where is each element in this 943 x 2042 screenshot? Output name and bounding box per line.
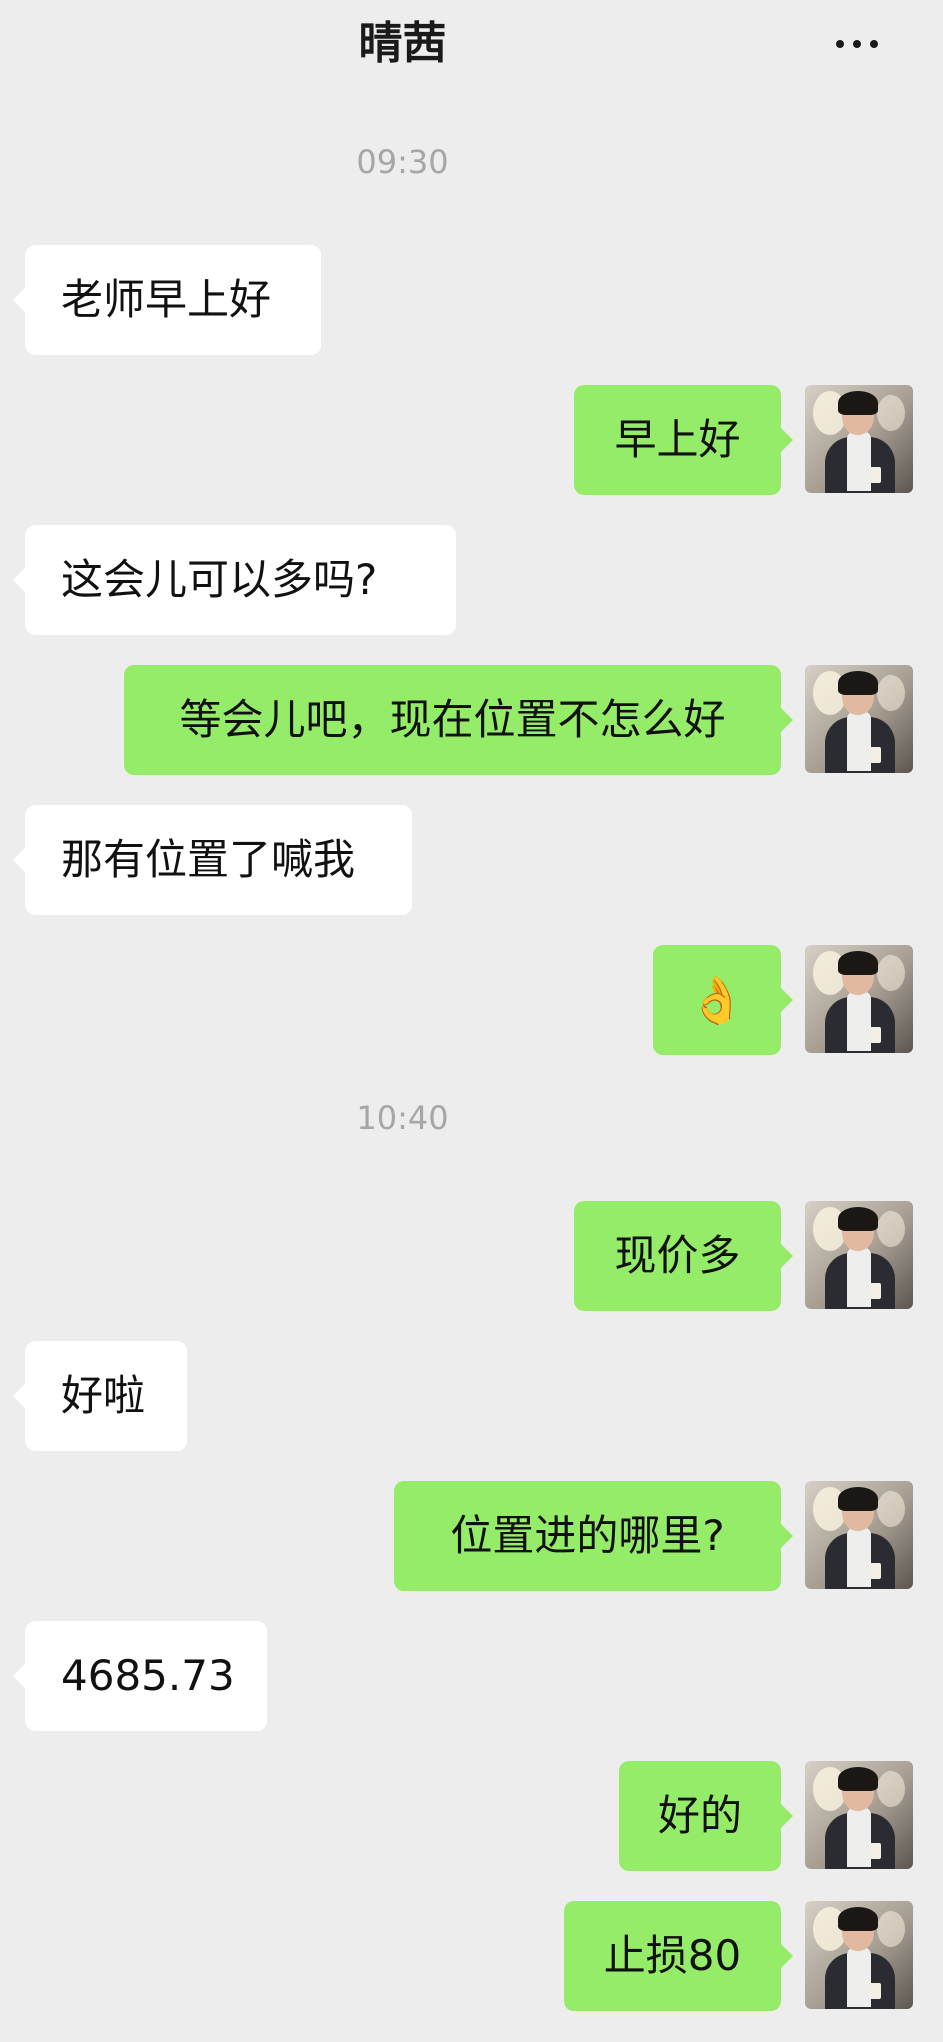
- incoming-message[interactable]: 4685.73: [13, 1621, 267, 1731]
- timestamp: 09:30: [356, 143, 449, 181]
- outgoing-message[interactable]: 位置进的哪里?: [394, 1481, 793, 1591]
- outgoing-message[interactable]: 等会儿吧，现在位置不怎么好: [124, 665, 793, 775]
- user-avatar[interactable]: [805, 385, 913, 493]
- incoming-message[interactable]: 那有位置了喊我: [13, 805, 412, 915]
- chat-title: 晴茜: [358, 18, 447, 69]
- more-dot-icon: [853, 40, 861, 48]
- outgoing-message[interactable]: 现价多: [574, 1201, 793, 1311]
- user-avatar[interactable]: [805, 1481, 913, 1589]
- more-options-button[interactable]: [836, 34, 896, 54]
- user-avatar[interactable]: [805, 1901, 913, 2009]
- user-avatar[interactable]: [805, 1201, 913, 1309]
- outgoing-message[interactable]: 止损80: [564, 1901, 793, 2011]
- chat-header: 晴茜: [0, 0, 943, 92]
- incoming-message[interactable]: 这会儿可以多吗?: [13, 525, 456, 635]
- timestamp: 10:40: [356, 1099, 449, 1137]
- user-avatar[interactable]: [805, 1761, 913, 1869]
- more-dot-icon: [836, 40, 844, 48]
- outgoing-message[interactable]: 早上好: [574, 385, 793, 495]
- outgoing-emoji-message[interactable]: 👌: [653, 945, 793, 1055]
- incoming-message[interactable]: 好啦: [13, 1341, 187, 1451]
- user-avatar[interactable]: [805, 665, 913, 773]
- user-avatar[interactable]: [805, 945, 913, 1053]
- more-dot-icon: [870, 40, 878, 48]
- outgoing-message[interactable]: 好的: [619, 1761, 793, 1871]
- incoming-message[interactable]: 老师早上好: [13, 245, 321, 355]
